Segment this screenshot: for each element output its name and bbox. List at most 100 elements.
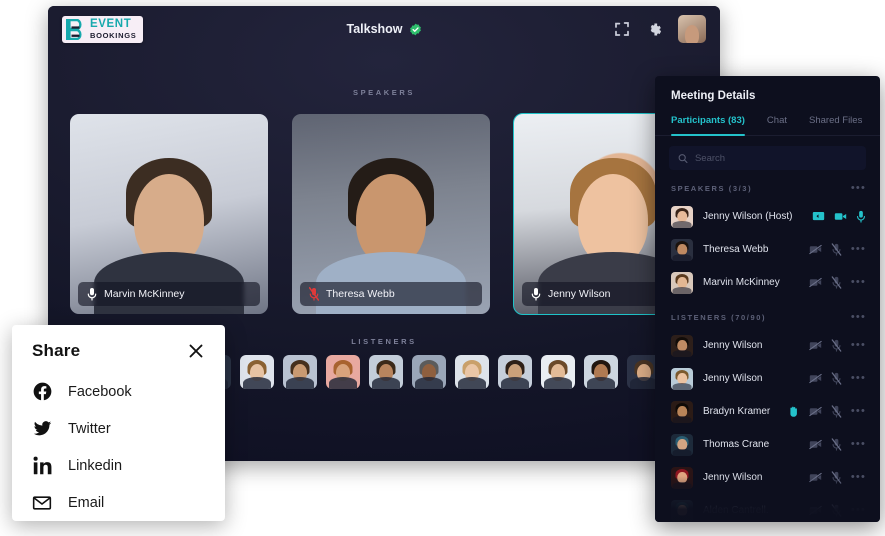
speaker-grid: Marvin McKinney Theresa Webb Jenny Wilso…	[70, 113, 713, 315]
more-options-icon[interactable]: •••	[851, 312, 866, 323]
share-option-linkedin[interactable]: Linkedin	[32, 447, 205, 484]
video-off-icon	[809, 439, 822, 450]
participant-group-title: SPEAKERS (3/3)	[671, 184, 753, 193]
video-off-icon	[809, 373, 822, 384]
fullscreen-icon[interactable]	[614, 21, 630, 37]
participant-row[interactable]: Bradyn Kramer •••	[655, 395, 880, 428]
share-option-email[interactable]: Email	[32, 484, 205, 521]
participant-avatar	[671, 466, 693, 489]
participant-row[interactable]: Jenny Wilson •••	[655, 329, 880, 362]
participant-name: Jenny Wilson (Host)	[703, 211, 793, 222]
mic-on-icon	[857, 210, 865, 223]
listener-avatar[interactable]	[498, 355, 532, 389]
more-options-icon: •••	[850, 276, 866, 288]
listener-avatar[interactable]	[455, 355, 489, 389]
mic-on-icon	[87, 288, 97, 301]
more-options-icon: •••	[850, 504, 866, 516]
mic-muted-icon	[309, 287, 319, 301]
participant-row[interactable]: Theresa Webb •••	[655, 233, 880, 266]
participant-controls[interactable]: •••	[809, 438, 866, 451]
share-dialog: Share Facebook Twitter Linkedin Email	[12, 325, 225, 521]
participant-avatar	[671, 433, 693, 456]
more-options-icon: •••	[850, 471, 866, 483]
mic-on-icon	[531, 288, 541, 301]
mic-off-icon	[831, 276, 842, 289]
participant-row[interactable]: Jenny Wilson •••	[655, 461, 880, 494]
share-option-label: Twitter	[68, 420, 111, 437]
gear-icon[interactable]	[646, 21, 662, 37]
listener-avatar[interactable]	[584, 355, 618, 389]
participant-avatar	[671, 238, 693, 261]
search-icon	[678, 153, 688, 163]
participant-controls[interactable]: •••	[809, 339, 866, 352]
participant-name: Marvin McKinney	[703, 277, 780, 288]
more-options-icon: •••	[850, 438, 866, 450]
participant-controls[interactable]: •••	[809, 471, 866, 484]
participants-list[interactable]: SPEAKERS (3/3) ••• Jenny Wilson (Host) Ther…	[655, 170, 880, 522]
participant-avatar	[671, 271, 693, 294]
logo-text-event: EVENT	[90, 18, 132, 30]
participant-controls[interactable]: •••	[809, 504, 866, 517]
speaker-card-marvin-mckinney[interactable]: Marvin McKinney	[70, 114, 268, 314]
speakers-section-label: SPEAKERS	[352, 88, 416, 97]
mic-off-icon	[831, 372, 842, 385]
tab-participants[interactable]: Participants (83)	[671, 115, 745, 136]
listener-avatar[interactable]	[240, 355, 274, 389]
participant-name: Jenny Wilson	[703, 340, 763, 351]
video-off-icon	[809, 340, 822, 351]
participant-controls[interactable]: •••	[809, 372, 866, 385]
more-options-icon[interactable]: •••	[851, 183, 866, 194]
participant-controls[interactable]: •••	[787, 405, 866, 418]
listener-avatar[interactable]	[369, 355, 403, 389]
app-header: EVENT BOOKINGS Talkshow	[48, 6, 720, 52]
participant-row[interactable]: Alden Cantrell. •••	[655, 494, 880, 522]
share-option-twitter[interactable]: Twitter	[32, 410, 205, 447]
participant-name: Jenny Wilson	[703, 472, 763, 483]
close-icon[interactable]	[187, 342, 205, 360]
participant-row[interactable]: Jenny Wilson (Host)	[655, 200, 880, 233]
header-actions	[614, 15, 706, 43]
hand-raised-icon	[790, 406, 797, 417]
mic-off-icon	[831, 471, 842, 484]
listener-avatar[interactable]	[283, 355, 317, 389]
listener-avatar[interactable]	[326, 355, 360, 389]
participant-avatar	[671, 334, 693, 357]
share-option-facebook[interactable]: Facebook	[32, 373, 205, 410]
screenshare-on-icon	[812, 212, 825, 221]
linkedin-icon	[32, 456, 52, 476]
participant-controls[interactable]: •••	[809, 276, 866, 289]
search-field[interactable]	[669, 146, 866, 170]
meeting-details-title: Meeting Details	[671, 90, 756, 102]
page-title: Talkshow	[346, 22, 403, 36]
facebook-icon	[32, 382, 52, 402]
video-off-icon	[809, 505, 822, 516]
tab-shared-files[interactable]: Shared Files	[809, 115, 862, 135]
participant-avatar	[671, 400, 693, 423]
participant-group-title: LISTENERS (70/90)	[671, 313, 767, 322]
participant-name: Jenny Wilson	[703, 373, 763, 384]
listener-avatar[interactable]	[541, 355, 575, 389]
speaker-card-theresa-webb[interactable]: Theresa Webb	[292, 114, 490, 314]
eventbookings-logo[interactable]: EVENT BOOKINGS	[62, 15, 144, 43]
participant-group-header: LISTENERS (70/90) •••	[655, 299, 880, 329]
listener-avatar[interactable]	[412, 355, 446, 389]
mic-off-icon	[831, 243, 842, 256]
participant-name: Theresa Webb	[703, 244, 769, 255]
mic-off-icon	[831, 438, 842, 451]
participant-avatar	[671, 367, 693, 390]
participant-row[interactable]: Marvin McKinney •••	[655, 266, 880, 299]
participant-controls[interactable]: •••	[809, 243, 866, 256]
share-option-label: Linkedin	[68, 457, 123, 474]
participant-row[interactable]: Jenny Wilson •••	[655, 362, 880, 395]
video-on-icon	[834, 213, 847, 220]
participant-controls[interactable]	[812, 210, 866, 223]
participant-row[interactable]: Thomas Crane •••	[655, 428, 880, 461]
more-options-icon: •••	[850, 372, 866, 384]
tab-chat[interactable]: Chat	[767, 115, 787, 135]
video-off-icon	[809, 406, 822, 417]
share-option-label: Email	[68, 494, 105, 511]
avatar[interactable]	[678, 15, 706, 43]
search-input[interactable]	[694, 152, 857, 164]
share-option-label: Facebook	[68, 383, 132, 400]
video-off-icon	[809, 244, 822, 255]
